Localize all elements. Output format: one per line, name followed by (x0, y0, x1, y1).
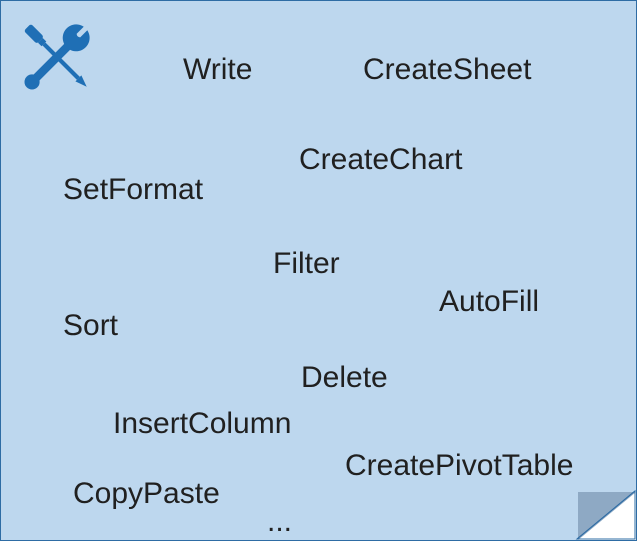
page-fold-corner (578, 492, 636, 540)
word-ellipsis: ... (267, 505, 292, 539)
word-insertcolumn: InsertColumn (113, 407, 291, 441)
tools-icon (15, 15, 99, 99)
word-setformat: SetFormat (63, 173, 203, 207)
word-autofill: AutoFill (439, 285, 539, 319)
word-copypaste: CopyPaste (73, 477, 220, 511)
word-write: Write (183, 53, 252, 87)
word-filter: Filter (273, 247, 340, 281)
word-createchart: CreateChart (299, 143, 462, 177)
word-createpivottable: CreatePivotTable (345, 449, 573, 483)
word-createsheet: CreateSheet (363, 53, 531, 87)
sticky-note-panel: Write CreateSheet CreateChart SetFormat … (0, 0, 637, 541)
word-sort: Sort (63, 309, 118, 343)
word-delete: Delete (301, 361, 388, 395)
